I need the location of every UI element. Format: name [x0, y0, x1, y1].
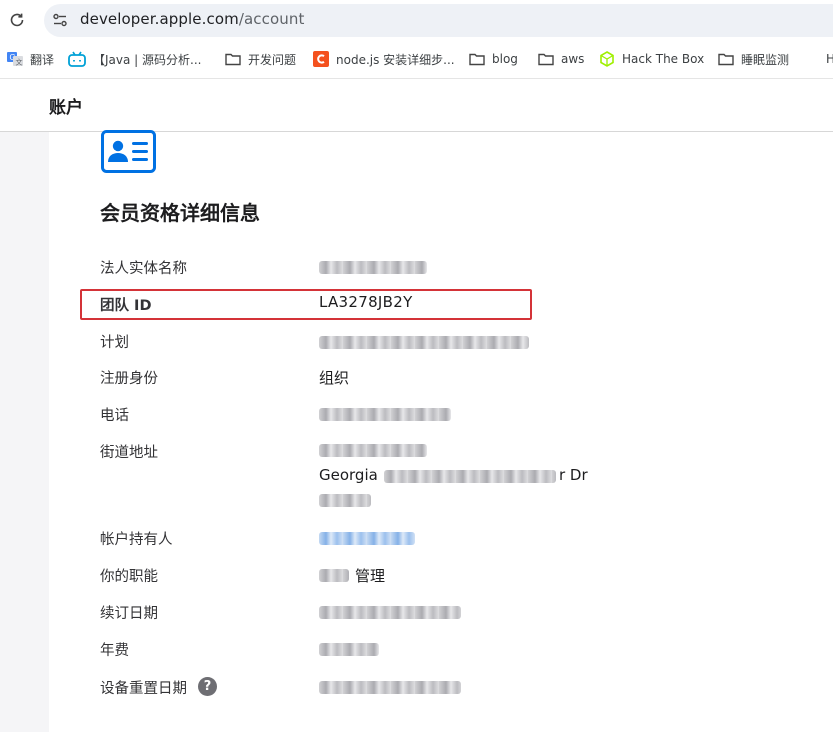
team-id-value: LA3278JB2Y [319, 293, 413, 311]
bookmarks-bar: G 文 翻译 【Java | 源码分析... 开发问题 node.js 安装详细… [0, 44, 833, 74]
street-address-label: 街道地址 [100, 445, 158, 461]
device-reset-date-redacted [319, 681, 461, 694]
bookmark-dev-issues[interactable]: 开发问题 [225, 49, 296, 69]
account-holder-link-redacted[interactable] [319, 532, 415, 545]
page-title: 账户 [49, 98, 83, 118]
left-gutter [0, 132, 49, 732]
role-value-redacted [319, 569, 349, 582]
reload-icon[interactable] [8, 11, 26, 29]
bookmark-label: 翻译 [30, 52, 55, 67]
folder-icon [718, 53, 734, 66]
bookmark-overflow[interactable]: H [826, 49, 833, 69]
address-line2-end: r Dr [559, 466, 588, 484]
address-line2-redacted [384, 470, 556, 483]
membership-section-title: 会员资格详细信息 [100, 201, 260, 225]
bookmark-hackthebox[interactable]: Hack The Box [599, 49, 704, 69]
help-icon[interactable]: ? [198, 677, 217, 696]
bookmark-label: aws [561, 52, 585, 66]
address-line3-redacted [319, 494, 371, 507]
program-value-redacted [319, 336, 529, 349]
bookmark-label: 【Java | 源码分析... [93, 52, 202, 67]
phone-label: 电话 [100, 408, 129, 424]
enrolled-as-label: 注册身份 [100, 371, 158, 387]
bookmark-label: 开发问题 [248, 52, 297, 67]
program-label: 计划 [100, 335, 129, 351]
address-line1-redacted [319, 444, 427, 457]
folder-icon [469, 53, 485, 66]
folder-icon [538, 53, 554, 66]
bookmark-blog[interactable]: blog [469, 49, 518, 69]
bookmark-label: Hack The Box [622, 52, 705, 66]
address-bar[interactable]: developer.apple.com/account [44, 4, 833, 37]
url-text: developer.apple.com/account [80, 10, 304, 28]
entity-name-label: 法人实体名称 [100, 261, 187, 277]
account-holder-label: 帐户持有人 [100, 532, 173, 548]
address-line2-partial: Georgia [319, 466, 378, 484]
renewal-date-label: 续订日期 [100, 606, 158, 622]
membership-card-icon [101, 130, 156, 173]
bookmark-label: node.js 安装详细步... [336, 52, 455, 67]
your-role-label: 你的职能 [100, 569, 158, 585]
bookmark-aws[interactable]: aws [538, 49, 584, 69]
url-host: developer.apple.com [80, 10, 239, 28]
phone-value-redacted [319, 408, 451, 421]
role-value-partial: 管理 [355, 567, 386, 585]
team-id-label: 团队 ID [100, 298, 152, 314]
bookmark-java-source[interactable]: 【Java | 源码分析... [68, 49, 201, 69]
renewal-date-redacted [319, 606, 461, 619]
page-header: 账户 [0, 78, 833, 132]
bookmark-label: 睡眠监测 [741, 52, 790, 67]
bilibili-icon [68, 51, 86, 67]
bookmark-translate[interactable]: G 文 翻译 [7, 49, 54, 69]
entity-name-value-redacted [319, 261, 427, 274]
bookmark-label: blog [492, 52, 518, 66]
annual-fee-label: 年费 [100, 643, 129, 659]
svg-text:文: 文 [16, 58, 23, 67]
device-reset-date-label: 设备重置日期 [100, 681, 187, 697]
bookmark-nodejs[interactable]: node.js 安装详细步... [313, 49, 455, 69]
site-settings-icon[interactable] [51, 11, 69, 29]
translate-icon: G 文 [7, 52, 23, 67]
annual-fee-redacted [319, 643, 379, 656]
bookmark-sleep-monitor[interactable]: 睡眠监测 [718, 49, 789, 69]
browser-toolbar: developer.apple.com/account [0, 0, 833, 42]
folder-icon [225, 53, 241, 66]
c-logo-icon [313, 51, 329, 67]
url-path: /account [238, 10, 305, 28]
enrolled-as-value: 组织 [319, 369, 350, 387]
hackthebox-icon [600, 51, 614, 67]
bookmark-label: H [826, 52, 833, 66]
